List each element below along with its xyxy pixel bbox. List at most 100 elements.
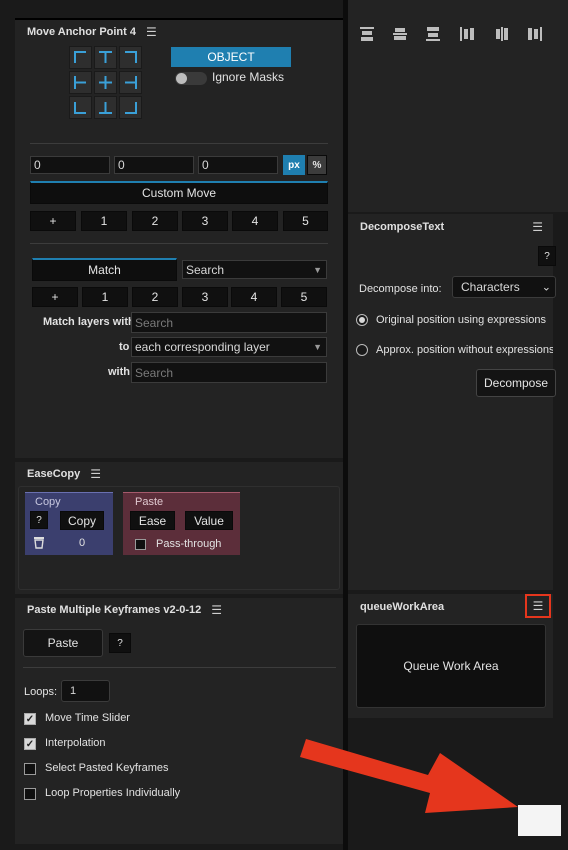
copy-box: Copy ? Copy 0 [25,492,113,555]
with-label: with [108,366,130,378]
match-tab[interactable]: Match [32,258,177,281]
paste-box: Paste Ease Value Pass-through [123,492,240,555]
object-button[interactable]: OBJECT [171,47,291,67]
anchor-grid [69,46,145,122]
panel-title: queueWorkArea [360,601,445,613]
decompose-into-dropdown[interactable]: Characters ⌄ [452,276,556,298]
move-4-button[interactable]: 4 [232,211,278,231]
panel-menu-icon[interactable]: ☰ [146,26,157,38]
match-layers-label: Match layers with [43,316,135,328]
move-2-button[interactable]: 2 [132,211,178,231]
anchor-middle-left[interactable] [69,71,92,94]
trash-icon[interactable] [33,536,45,552]
interpolation-checkbox[interactable]: ✓ [24,738,36,750]
search-mode-value: Search [186,262,225,277]
blank-canvas [518,805,561,836]
decompose-into-value: Characters [461,280,520,294]
panel-header: Move Anchor Point 4 ☰ [15,20,343,44]
divider [23,667,336,668]
y-offset-input[interactable]: 0 [114,156,194,174]
anchor-bottom-right[interactable] [119,96,142,119]
anchor-bottom-center[interactable] [94,96,117,119]
divider [30,143,328,144]
panel-menu-icon[interactable]: ☰ [525,594,551,618]
align-left-icon[interactable] [458,25,476,43]
panel-title: Paste Multiple Keyframes v2-0-12 [27,604,202,616]
keyframes-help-button[interactable]: ? [109,633,131,653]
anchor-top-right[interactable] [119,46,142,69]
move-1-button[interactable]: 1 [81,211,127,231]
z-offset-input[interactable]: 0 [198,156,278,174]
move-5-button[interactable]: 5 [283,211,328,231]
align-bottom-icon[interactable] [424,25,442,43]
value-button[interactable]: Value [185,511,233,530]
match-plus-button[interactable]: + [32,287,78,307]
option-expressions-radio[interactable] [356,314,368,326]
align-right-icon[interactable] [526,25,544,43]
align-horizontal-center-icon[interactable] [493,25,511,43]
match-4-button[interactable]: 4 [231,287,277,307]
option-expressions-label: Original position using expressions [376,314,546,326]
chevron-down-icon: ⌄ [541,281,551,294]
to-dropdown[interactable]: each corresponding layer ▼ [131,337,327,357]
panel-menu-icon[interactable]: ☰ [90,468,101,480]
anchor-middle-right[interactable] [119,71,142,94]
panel-menu-icon[interactable]: ☰ [211,604,222,616]
paste-group-label: Paste [135,496,164,508]
decompose-text-panel: DecomposeText ☰ ? Decompose into: Charac… [348,214,556,590]
copy-count: 0 [79,537,86,549]
loops-input[interactable]: 1 [61,680,110,702]
select-pasted-keyframes-label: Select Pasted Keyframes [45,762,169,774]
easecopy-panel: EaseCopy ☰ Copy ? Copy 0 Paste Ease Valu… [15,462,343,594]
align-vertical-center-icon[interactable] [391,25,409,43]
ignore-masks-label: Ignore Masks [212,70,285,84]
with-input[interactable]: Search [131,362,327,383]
ignore-masks-toggle[interactable] [175,72,207,85]
anchor-top-center[interactable] [94,46,117,69]
loop-properties-checkbox[interactable] [24,788,36,800]
decompose-help-button[interactable]: ? [538,246,556,266]
panel-header: DecomposeText ☰ [348,214,553,240]
annotation-arrow-icon [300,739,518,813]
dropdown-arrow-icon: ▼ [313,264,322,275]
unit-px-button[interactable]: px [283,155,305,175]
move-time-slider-checkbox[interactable]: ✓ [24,713,36,725]
option-no-expressions-radio[interactable] [356,344,368,356]
select-pasted-keyframes-checkbox[interactable] [24,763,36,775]
panel-title: Move Anchor Point 4 [27,26,136,38]
panel-header: EaseCopy ☰ [15,462,343,486]
copy-help-button[interactable]: ? [30,511,48,529]
option-no-expressions-label: Approx. position without expressions [376,344,553,356]
match-1-button[interactable]: 1 [82,287,128,307]
dropdown-arrow-icon: ▼ [313,342,322,352]
custom-move-button[interactable]: Custom Move [30,181,328,204]
paste-multiple-keyframes-panel: Paste Multiple Keyframes v2-0-12 ☰ Paste… [15,598,343,844]
match-3-button[interactable]: 3 [182,287,228,307]
ease-button[interactable]: Ease [130,511,175,530]
divider [30,243,328,244]
decompose-button[interactable]: Decompose [476,369,556,397]
match-layers-input[interactable]: Search [131,312,327,333]
align-top-icon[interactable] [358,25,376,43]
anchor-bottom-left[interactable] [69,96,92,119]
search-mode-dropdown[interactable]: Search ▼ [182,260,327,279]
match-2-button[interactable]: 2 [132,287,178,307]
panel-header: queueWorkArea [348,594,553,620]
pass-through-checkbox[interactable] [135,539,146,550]
move-time-slider-label: Move Time Slider [45,712,130,724]
unit-percent-button[interactable]: % [307,155,327,175]
x-offset-input[interactable]: 0 [30,156,110,174]
paste-keyframes-button[interactable]: Paste [23,629,103,657]
queue-work-area-button[interactable]: Queue Work Area [356,624,546,708]
move-anchor-point-panel: Move Anchor Point 4 ☰ OBJECT Ignore Mask… [15,18,343,458]
panel-menu-icon[interactable]: ☰ [532,221,543,233]
queue-work-area-panel: queueWorkArea ☰ Queue Work Area [348,594,553,718]
anchor-center[interactable] [94,71,117,94]
move-3-button[interactable]: 3 [182,211,228,231]
copy-button[interactable]: Copy [60,511,104,530]
loop-properties-label: Loop Properties Individually [45,787,181,799]
match-5-button[interactable]: 5 [281,287,327,307]
anchor-top-left[interactable] [69,46,92,69]
panel-title: EaseCopy [27,468,81,480]
move-plus-button[interactable]: + [30,211,76,231]
